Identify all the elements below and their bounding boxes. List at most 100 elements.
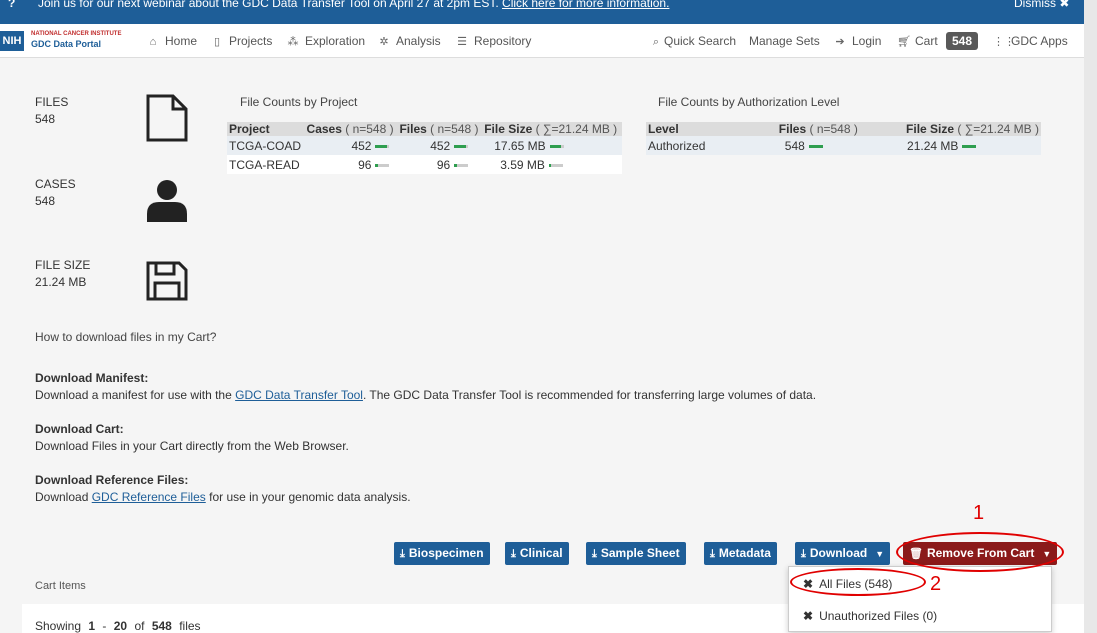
auth-table-title: File Counts by Authorization Level: [658, 95, 840, 109]
col-level[interactable]: Level: [646, 122, 777, 136]
col-project[interactable]: Project: [227, 122, 305, 136]
size-bar: [548, 163, 563, 167]
projects-icon: ▯: [213, 36, 221, 48]
file-icon: [146, 94, 188, 142]
home-icon: ⌂: [149, 36, 157, 48]
scrollbar[interactable]: [1084, 0, 1097, 633]
apps-grid-icon: ⋮⋮: [993, 36, 1015, 48]
col-files[interactable]: Files ( n=548 ): [776, 122, 905, 136]
project-table-title: File Counts by Project: [240, 95, 358, 109]
reference-title: Download Reference Files:: [35, 473, 189, 487]
manifest-title: Download Manifest:: [35, 371, 149, 385]
biospecimen-button[interactable]: ⤓ Biospecimen: [394, 542, 490, 565]
files-bar: [808, 144, 823, 148]
annotation-number-2: 2: [930, 573, 942, 595]
cases-label: CASES: [35, 177, 76, 191]
nav-exploration[interactable]: ⁂ Exploration: [287, 34, 366, 48]
download-icon: ⤓: [400, 548, 405, 560]
manage-sets[interactable]: Manage Sets: [749, 34, 820, 48]
download-help-question: How to download files in my Cart?: [35, 330, 217, 344]
size-cell: 21.24 MB: [904, 136, 1041, 155]
reference-files-link[interactable]: GDC Reference Files: [92, 490, 206, 504]
announcement-banner: ? Join us for our next webinar about the…: [0, 0, 1084, 24]
cart-icon: 🛒︎: [897, 36, 911, 48]
files-cell: 548: [776, 136, 905, 155]
transfer-tool-link[interactable]: GDC Data Transfer Tool: [235, 388, 363, 402]
manifest-text: Download a manifest for use with the GDC…: [35, 388, 817, 402]
cases-cell: 452: [304, 136, 398, 155]
search-icon: ⌕: [652, 36, 660, 48]
nav-login[interactable]: ➔ Login: [834, 34, 881, 48]
download-icon: ⤓: [710, 548, 715, 560]
files-bar: [454, 163, 469, 167]
files-bar: [454, 144, 469, 148]
file-size-label: FILE SIZE: [35, 258, 91, 272]
project-counts-table: Project Cases ( n=548 ) Files ( n=548 ) …: [227, 122, 622, 174]
nav-cart[interactable]: 🛒︎ Cart: [897, 34, 938, 48]
download-icon: ⤓: [801, 548, 806, 560]
sample-sheet-button[interactable]: ⤓ Sample Sheet: [586, 542, 686, 565]
size-cell: 3.59 MB: [482, 155, 622, 174]
cases-bar: [375, 144, 390, 148]
nav-analysis[interactable]: ✲ Analysis: [378, 34, 440, 48]
cases-cell: 96: [304, 155, 398, 174]
files-cell: 96: [397, 155, 483, 174]
exploration-icon: ⁂: [287, 36, 299, 48]
annotation-circle-all-files: [790, 568, 926, 596]
banner-message: Join us for our next webinar about the G…: [38, 0, 669, 10]
project-link[interactable]: TCGA-READ: [227, 155, 305, 174]
save-disk-icon: [146, 261, 188, 301]
file-size-value: 21.24 MB: [35, 275, 87, 289]
logo-portal: GDC Data Portal: [31, 39, 102, 49]
cases-bar: [375, 163, 390, 167]
question-icon: ?: [8, 0, 16, 10]
user-icon: [147, 180, 187, 222]
caret-down-icon: ▼: [875, 549, 885, 559]
files-label: FILES: [35, 95, 69, 109]
reference-text: Download GDC Reference Files for use in …: [35, 490, 411, 504]
remove-unauthorized-item[interactable]: ✖ Unauthorized Files (0): [803, 609, 937, 623]
table-row: TCGA-COAD 452 452 17.65 MB: [227, 136, 622, 155]
gdc-apps[interactable]: ⋮⋮GDC Apps: [993, 34, 1068, 48]
download-icon: ⤓: [511, 548, 516, 560]
nav-projects[interactable]: ▯ Projects: [211, 34, 272, 48]
cart-text: Download Files in your Cart directly fro…: [35, 439, 349, 453]
cart-count-badge[interactable]: 548: [946, 32, 979, 50]
close-icon: ✖: [803, 609, 814, 623]
files-cell: 452: [397, 136, 483, 155]
size-cell: 17.65 MB: [482, 136, 622, 155]
auth-counts-table: Level Files ( n=548 ) File Size ( ∑=21.2…: [646, 122, 1041, 155]
cases-value: 548: [35, 194, 56, 208]
nav-home[interactable]: ⌂ Home: [147, 34, 197, 48]
col-size[interactable]: File Size ( ∑=21.24 MB ): [482, 122, 622, 136]
annotation-circle-remove: [896, 532, 1064, 572]
clinical-button[interactable]: ⤓ Clinical: [505, 542, 569, 565]
project-link[interactable]: TCGA-COAD: [227, 136, 305, 155]
size-bar: [549, 144, 564, 148]
nih-logo: NIH: [0, 31, 24, 51]
top-navbar: NIH NATIONAL CANCER INSTITUTE GDC Data P…: [0, 24, 1084, 58]
logo-institute: NATIONAL CANCER INSTITUTE: [31, 31, 122, 37]
col-files[interactable]: Files ( n=548 ): [397, 122, 483, 136]
annotation-number-1: 1: [973, 502, 985, 524]
cart-items-heading: Cart Items: [35, 580, 86, 592]
col-cases[interactable]: Cases ( n=548 ): [304, 122, 398, 136]
col-size[interactable]: File Size ( ∑=21.24 MB ): [904, 122, 1041, 136]
nav-repository[interactable]: ☰ Repository: [456, 34, 531, 48]
download-icon: ⤓: [592, 548, 597, 560]
showing-count: Showing 1 - 20 of 548 files: [35, 619, 201, 633]
files-value: 548: [35, 112, 56, 126]
quick-search[interactable]: ⌕ Quick Search: [650, 34, 736, 49]
table-row: TCGA-READ 96 96 3.59 MB: [227, 155, 622, 174]
database-icon: ☰: [457, 36, 467, 48]
login-icon: ➔: [835, 36, 845, 48]
cart-title: Download Cart:: [35, 422, 124, 436]
table-row: Authorized 548 21.24 MB: [646, 136, 1041, 155]
dismiss-button[interactable]: Dismiss ✖: [1014, 0, 1069, 10]
analysis-icon: ✲: [379, 36, 389, 48]
banner-link[interactable]: Click here for more information.: [502, 0, 669, 10]
metadata-button[interactable]: ⤓ Metadata: [704, 542, 777, 565]
size-bar: [962, 144, 977, 148]
level-cell: Authorized: [646, 136, 777, 155]
download-button[interactable]: ⤓ Download ▼: [795, 542, 891, 565]
